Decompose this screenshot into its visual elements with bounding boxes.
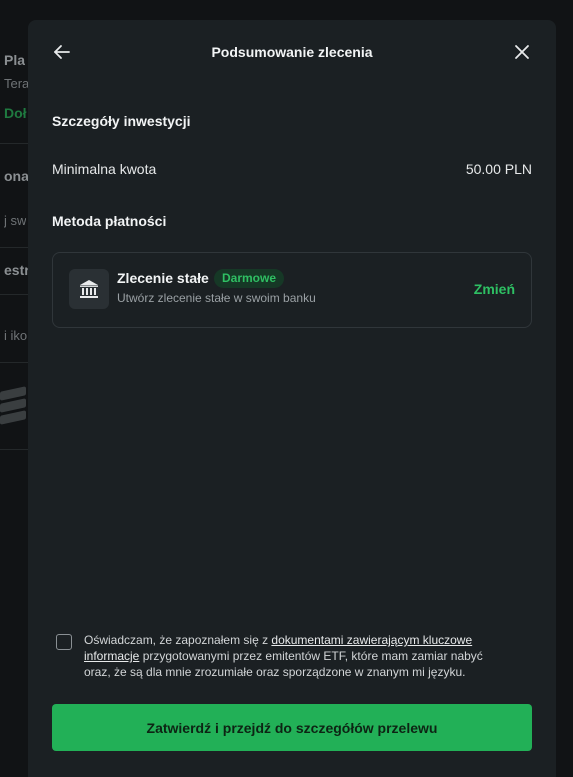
consent-text-after: przygotowanymi przez emitentów ETF, któr… (84, 649, 483, 679)
change-payment-method-link[interactable]: Zmień (474, 281, 515, 297)
bg-divider (0, 362, 28, 363)
min-amount-label: Minimalna kwota (52, 161, 157, 177)
close-icon[interactable] (510, 40, 534, 64)
order-summary-modal: Podsumowanie zlecenia Szczegóły inwestyc… (28, 20, 556, 777)
payment-method-card: Zlecenie stałe Darmowe Utwórz zlecenie s… (52, 252, 532, 328)
bg-text-fragment: Doł (4, 105, 27, 121)
min-amount-value: 50.00 PLN (465, 161, 532, 177)
bg-divider (0, 449, 28, 450)
bg-text-fragment: i iko (4, 328, 28, 343)
payment-method-name: Zlecenie stałe (117, 270, 209, 286)
investment-details-heading: Szczegóły inwestycji (52, 113, 191, 129)
modal-header: Podsumowanie zlecenia (28, 20, 556, 86)
bg-text-fragment: Pla (4, 52, 26, 68)
bg-divider (0, 143, 28, 144)
bg-text-fragment: Tera (4, 76, 30, 91)
consent-text: Oświadczam, że zapoznałem się z dokument… (84, 632, 512, 680)
bg-text-fragment: estr (4, 262, 30, 278)
consent-section: Oświadczam, że zapoznałem się z dokument… (52, 632, 532, 682)
bg-divider (0, 294, 28, 295)
bank-icon (69, 269, 109, 309)
bg-thumbnail-image (0, 383, 28, 427)
modal-title: Podsumowanie zlecenia (211, 44, 373, 60)
payment-method-description: Utwórz zlecenie stałe w swoim banku (117, 291, 316, 305)
min-amount-row: Minimalna kwota 50.00 PLN (52, 161, 532, 181)
consent-checkbox[interactable] (56, 634, 72, 650)
payment-method-heading: Metoda płatności (52, 213, 167, 229)
bg-divider (0, 247, 28, 248)
free-badge: Darmowe (214, 269, 285, 288)
bg-text-fragment: j sw (4, 213, 27, 228)
confirm-button[interactable]: Zatwierdź i przejdź do szczegółów przele… (52, 704, 532, 751)
consent-text-before: Oświadczam, że zapoznałem się z (84, 633, 272, 647)
